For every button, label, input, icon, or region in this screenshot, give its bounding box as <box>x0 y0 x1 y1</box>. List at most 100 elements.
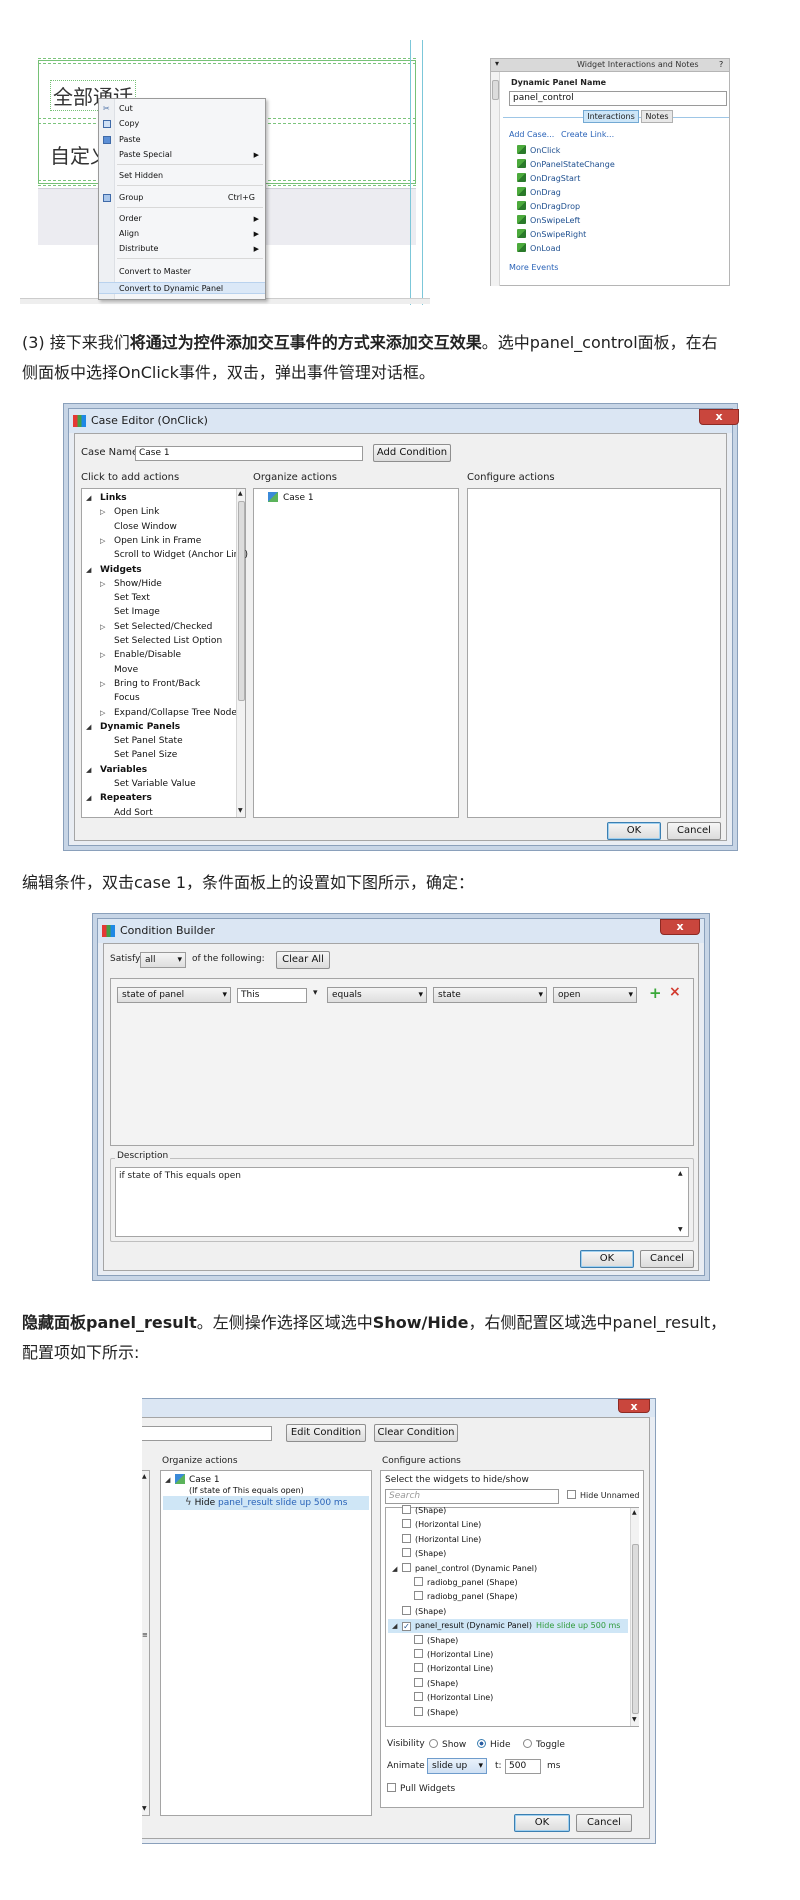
action-item[interactable]: ▷ Open Link <box>100 505 159 519</box>
operator-select[interactable]: equals <box>327 987 427 1003</box>
widget-tree-row[interactable]: (Shape) <box>388 1677 628 1691</box>
scroll-down-icon[interactable]: ▼ <box>632 1716 637 1723</box>
collapsed-triangle-icon[interactable]: ▷ <box>100 534 114 548</box>
scroll-down-icon[interactable]: ▼ <box>142 1805 147 1812</box>
expanded-triangle-icon[interactable]: ◢ <box>86 791 100 805</box>
menu-item-paste[interactable]: Paste <box>99 134 265 146</box>
organize-actions-panel[interactable]: Case 1 <box>253 488 459 818</box>
scroll-up-icon[interactable]: ▲ <box>632 1509 637 1516</box>
menu-item-distribute[interactable]: Distribute ▶ <box>99 243 265 255</box>
checkbox-icon[interactable] <box>402 1519 411 1529</box>
action-group[interactable]: ◢ Repeaters <box>86 791 152 805</box>
checkbox-icon[interactable] <box>414 1706 423 1716</box>
action-item[interactable]: Add Sort <box>100 806 153 820</box>
action-item[interactable]: ▷ Bring to Front/Back <box>100 677 200 691</box>
hide-unnamed-checkbox[interactable]: Hide Unnamed <box>567 1490 639 1500</box>
value-select[interactable]: open <box>553 987 637 1003</box>
close-button[interactable]: x <box>618 1399 650 1413</box>
event-ondrag[interactable]: OnDrag <box>517 187 561 199</box>
visibility-show-radio[interactable]: Show <box>429 1739 466 1750</box>
expanded-triangle-icon[interactable]: ◢ <box>86 720 100 734</box>
widget-tree-row[interactable]: (Shape) <box>388 1547 628 1561</box>
help-icon[interactable]: ? <box>719 60 723 69</box>
collapsed-triangle-icon[interactable]: ▷ <box>100 505 114 519</box>
scroll-up-icon[interactable]: ▲ <box>238 490 243 497</box>
menu-item-order[interactable]: Order ▶ <box>99 213 265 225</box>
scrollbar-thumb[interactable] <box>492 80 499 100</box>
scrollbar-thumb[interactable] <box>632 1544 639 1714</box>
expanded-triangle-icon[interactable]: ◢ <box>86 491 100 505</box>
expand-triangle-icon[interactable]: ◢ <box>392 1562 402 1576</box>
action-row-selected[interactable]: ϟ Hide panel_result slide up 500 ms <box>163 1496 369 1510</box>
add-condition-button[interactable]: Add Condition <box>373 444 451 462</box>
create-link-link[interactable]: Create Link... <box>561 130 614 139</box>
scroll-up-icon[interactable]: ▲ <box>678 1170 683 1177</box>
widget-tree-row[interactable]: (Shape) <box>388 1605 628 1619</box>
left-actions-strip[interactable]: ▲ ≡ ▼ <box>142 1470 150 1816</box>
widget-tree-row[interactable]: (Shape) <box>388 1634 628 1648</box>
checkbox-icon[interactable] <box>414 1677 423 1687</box>
menu-item-convert-to-master[interactable]: Convert to Master <box>99 266 265 278</box>
close-button[interactable]: x <box>660 919 700 935</box>
ok-button[interactable]: OK <box>580 1250 634 1268</box>
action-item[interactable]: Set Panel Size <box>100 748 177 762</box>
widget-tree-panel[interactable]: (Shape) (Horizontal Line) (Horizontal Line… <box>385 1504 639 1727</box>
widget-tree-row[interactable]: ◢ ✓ panel_result (Dynamic Panel) Hide slide… <box>388 1619 628 1634</box>
collapsed-triangle-icon[interactable]: ▷ <box>100 577 114 591</box>
satisfy-select[interactable]: all <box>140 952 186 968</box>
action-item[interactable]: ▷ Expand/Collapse Tree Node <box>100 706 237 720</box>
checkbox-icon[interactable] <box>387 1783 396 1792</box>
description-textarea[interactable]: if state of This equals open ▲ ▼ <box>115 1167 689 1237</box>
pull-widgets-checkbox[interactable]: Pull Widgets <box>387 1783 455 1794</box>
clear-condition-button[interactable]: Clear Condition <box>374 1424 458 1442</box>
widget-tree-row[interactable]: radiobg_panel (Shape) <box>388 1576 628 1590</box>
event-onclick[interactable]: OnClick <box>517 145 560 157</box>
widget-tree-row[interactable]: (Horizontal Line) <box>388 1533 628 1547</box>
action-group[interactable]: ◢ Variables <box>86 763 147 777</box>
cancel-button[interactable]: Cancel <box>640 1250 694 1268</box>
remove-condition-icon[interactable]: × <box>669 984 681 1000</box>
time-input[interactable]: 500 <box>505 1759 541 1774</box>
action-item[interactable]: Close Window <box>100 520 177 534</box>
organize-case-row[interactable]: Case 1 <box>268 491 314 505</box>
action-item[interactable]: Set Image <box>100 605 160 619</box>
edit-condition-button[interactable]: Edit Condition <box>286 1424 366 1442</box>
collapse-icon[interactable]: ▾ <box>495 59 499 68</box>
menu-item-cut[interactable]: ✂ Cut <box>99 103 265 115</box>
action-item[interactable]: ▷ Show/Hide <box>100 577 162 591</box>
widget-tree-row[interactable]: ◢ panel_control (Dynamic Panel) <box>388 1562 628 1576</box>
close-button[interactable]: x <box>699 409 739 425</box>
action-item[interactable]: Move <box>100 663 138 677</box>
ok-button[interactable]: OK <box>514 1814 570 1832</box>
add-condition-icon[interactable]: + <box>649 984 662 1002</box>
scroll-down-icon[interactable]: ▼ <box>238 807 243 814</box>
animate-select[interactable]: slide up <box>427 1758 487 1774</box>
radio-checked-icon[interactable] <box>477 1739 486 1748</box>
panel-scrollbar[interactable] <box>491 72 500 286</box>
action-group[interactable]: ◢ Dynamic Panels <box>86 720 180 734</box>
widget-tree-row[interactable]: (Shape) <box>388 1504 628 1518</box>
action-item[interactable]: Scroll to Widget (Anchor Link) <box>100 548 248 562</box>
value-type-select[interactable]: state <box>433 987 547 1003</box>
checkbox-icon[interactable] <box>402 1562 411 1572</box>
widget-tree-row[interactable]: (Horizontal Line) <box>388 1648 628 1662</box>
ok-button[interactable]: OK <box>607 822 661 840</box>
panel-name-field[interactable]: panel_control <box>509 91 727 106</box>
tab-notes[interactable]: Notes <box>641 110 673 123</box>
widget-tree-row[interactable]: (Horizontal Line) <box>388 1691 628 1705</box>
expanded-triangle-icon[interactable]: ◢ <box>86 763 100 777</box>
tab-interactions[interactable]: Interactions <box>583 110 639 123</box>
widget-tree-row[interactable]: radiobg_panel (Shape) <box>388 1590 628 1604</box>
scroll-up-icon[interactable]: ▲ <box>142 1473 147 1480</box>
checkbox-icon[interactable] <box>402 1505 411 1514</box>
expand-triangle-icon[interactable]: ◢ <box>392 1619 402 1633</box>
condition-type-select[interactable]: state of panel <box>117 987 231 1003</box>
menu-item-copy[interactable]: Copy <box>99 118 265 130</box>
expanded-triangle-icon[interactable]: ◢ <box>86 563 100 577</box>
collapsed-triangle-icon[interactable]: ▷ <box>100 648 114 662</box>
action-item[interactable]: Set Text <box>100 591 150 605</box>
menu-item-convert-to-dynamic-panel[interactable]: Convert to Dynamic Panel <box>99 282 265 294</box>
event-onload[interactable]: OnLoad <box>517 243 561 255</box>
action-item[interactable]: ▷ Open Link in Frame <box>100 534 201 548</box>
checkbox-icon[interactable] <box>414 1692 423 1702</box>
